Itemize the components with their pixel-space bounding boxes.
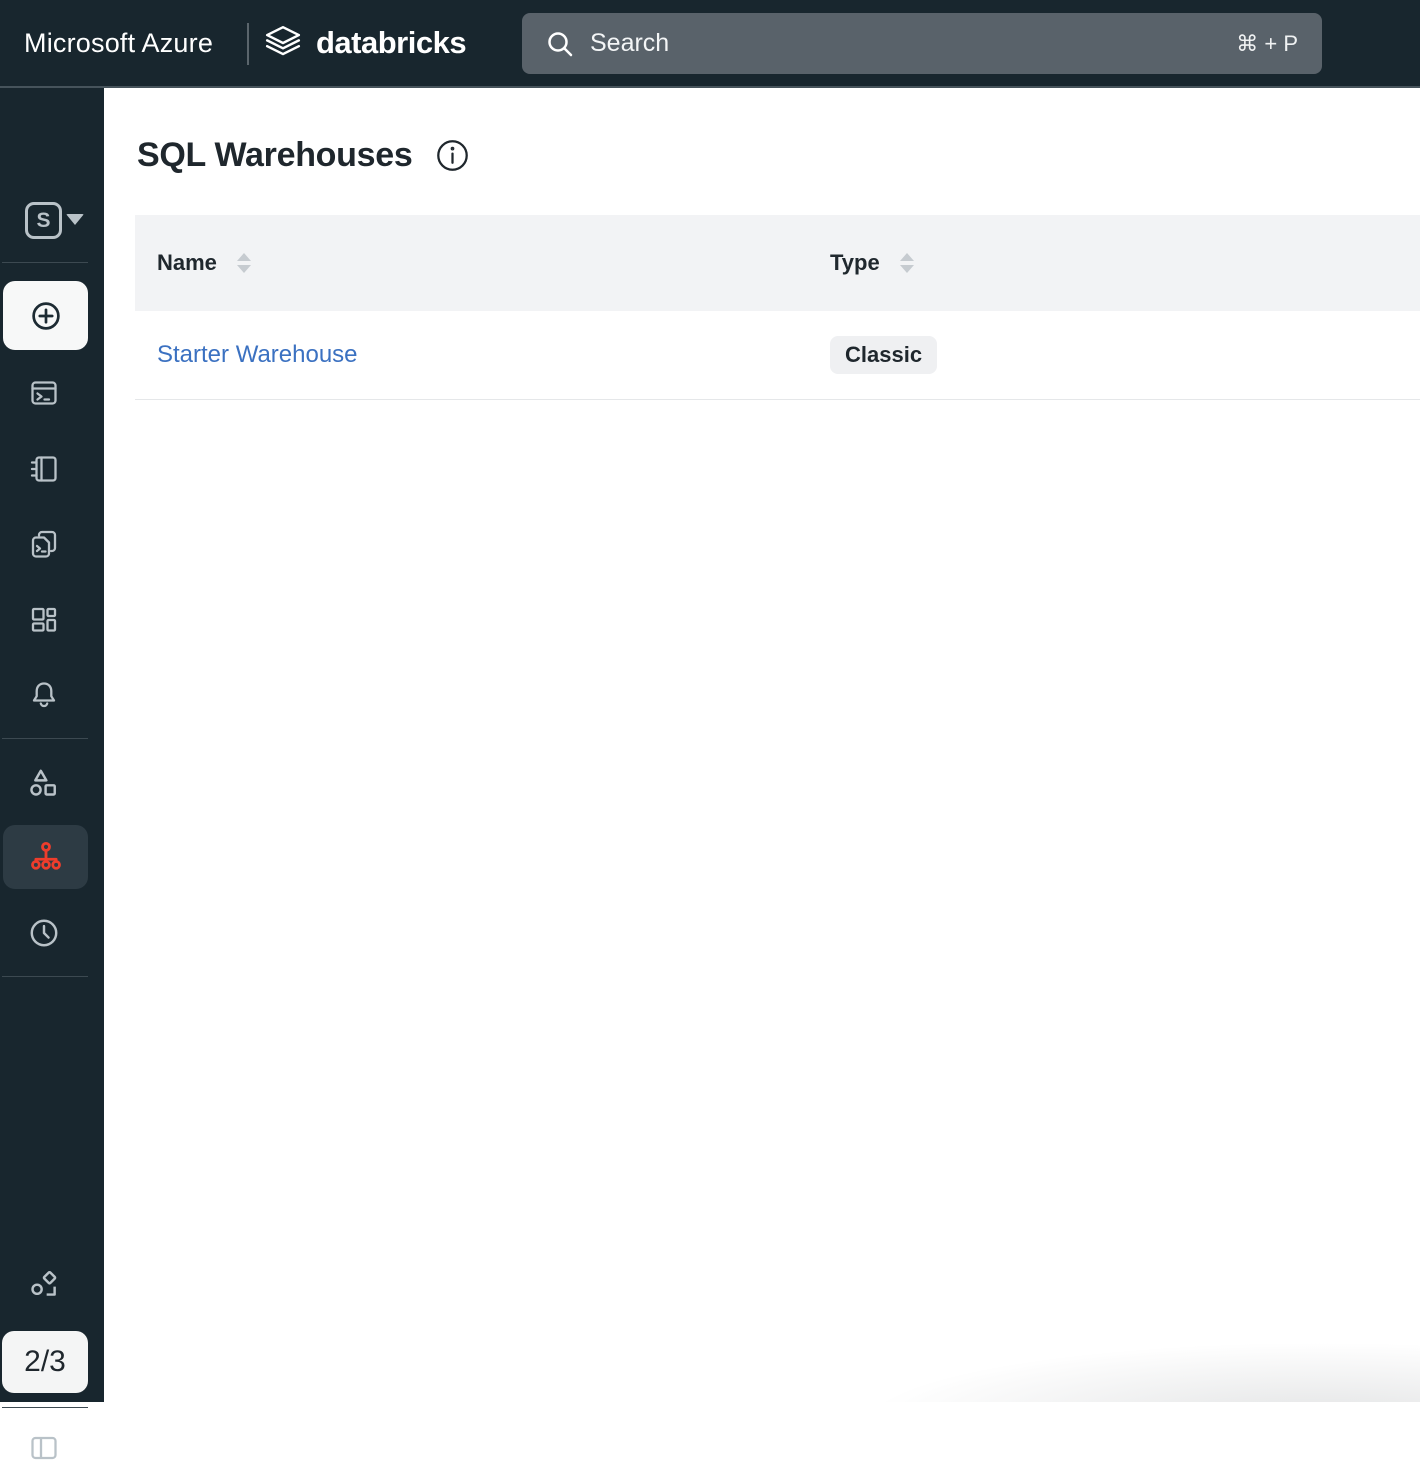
column-header-type[interactable]: Type	[808, 250, 914, 276]
notebook-icon	[28, 453, 60, 485]
sql-editor-icon	[28, 377, 60, 409]
databricks-stack-icon	[264, 24, 302, 62]
sidebar-item-new[interactable]	[3, 281, 88, 350]
sidebar-divider	[2, 1407, 88, 1408]
search-shortcut-hint: ⌘ + P	[1236, 31, 1298, 57]
marketplace-icon	[27, 1268, 61, 1302]
corner-shadow	[860, 1332, 1420, 1402]
sidebar-item-collapse[interactable]	[24, 1428, 64, 1468]
sidebar-divider	[2, 738, 88, 739]
dashboards-icon	[28, 604, 60, 636]
sidebar-divider	[2, 262, 88, 263]
sidebar-item-dashboards[interactable]	[24, 600, 64, 640]
sidebar-item-query-history[interactable]	[24, 913, 64, 953]
search-input[interactable]	[590, 29, 1236, 58]
queries-icon	[28, 528, 60, 560]
search-icon	[544, 28, 576, 60]
table-header-row: Name Type	[135, 215, 1420, 311]
sidebar-item-alerts[interactable]	[24, 675, 64, 715]
databricks-logo[interactable]: databricks	[264, 0, 466, 86]
warehouse-type-badge: Classic	[830, 336, 937, 374]
topbar-divider	[247, 23, 249, 65]
clock-icon	[27, 916, 61, 950]
sidebar-item-sql-editor[interactable]	[24, 373, 64, 413]
sort-icon[interactable]	[237, 253, 251, 273]
sidebar: S	[0, 88, 104, 1402]
panel-toggle-icon	[28, 1432, 60, 1464]
sql-warehouses-icon	[28, 839, 64, 875]
table-row: Starter Warehouse Classic	[135, 311, 1420, 400]
sidebar-item-data[interactable]	[24, 763, 64, 803]
sort-icon[interactable]	[900, 253, 914, 273]
sidebar-item-marketplace[interactable]	[24, 1265, 64, 1305]
plus-circle-icon	[28, 298, 64, 334]
warehouse-name-link[interactable]: Starter Warehouse	[157, 341, 358, 368]
info-icon[interactable]	[435, 138, 470, 173]
bell-icon	[28, 679, 60, 711]
workspace-switcher-badge[interactable]: S	[25, 202, 62, 239]
data-shapes-icon	[27, 766, 61, 800]
usage-counter-badge[interactable]: 2/3	[2, 1331, 88, 1393]
page-title: SQL Warehouses	[137, 136, 412, 175]
global-search[interactable]: ⌘ + P	[522, 13, 1322, 74]
column-header-name[interactable]: Name	[135, 250, 808, 276]
sidebar-item-notebooks[interactable]	[24, 449, 64, 489]
sidebar-divider	[2, 976, 88, 977]
sidebar-item-queries[interactable]	[24, 524, 64, 564]
warehouses-table: Name Type Starter Warehouse Classic	[135, 215, 1420, 400]
chevron-down-icon[interactable]	[66, 214, 84, 225]
main-content: SQL Warehouses Name Type	[104, 88, 1420, 1402]
databricks-wordmark: databricks	[316, 25, 466, 61]
azure-label: Microsoft Azure	[24, 0, 213, 86]
top-navigation-bar: Microsoft Azure databricks ⌘ + P	[0, 0, 1420, 88]
sidebar-item-sql-warehouses[interactable]	[3, 825, 88, 889]
